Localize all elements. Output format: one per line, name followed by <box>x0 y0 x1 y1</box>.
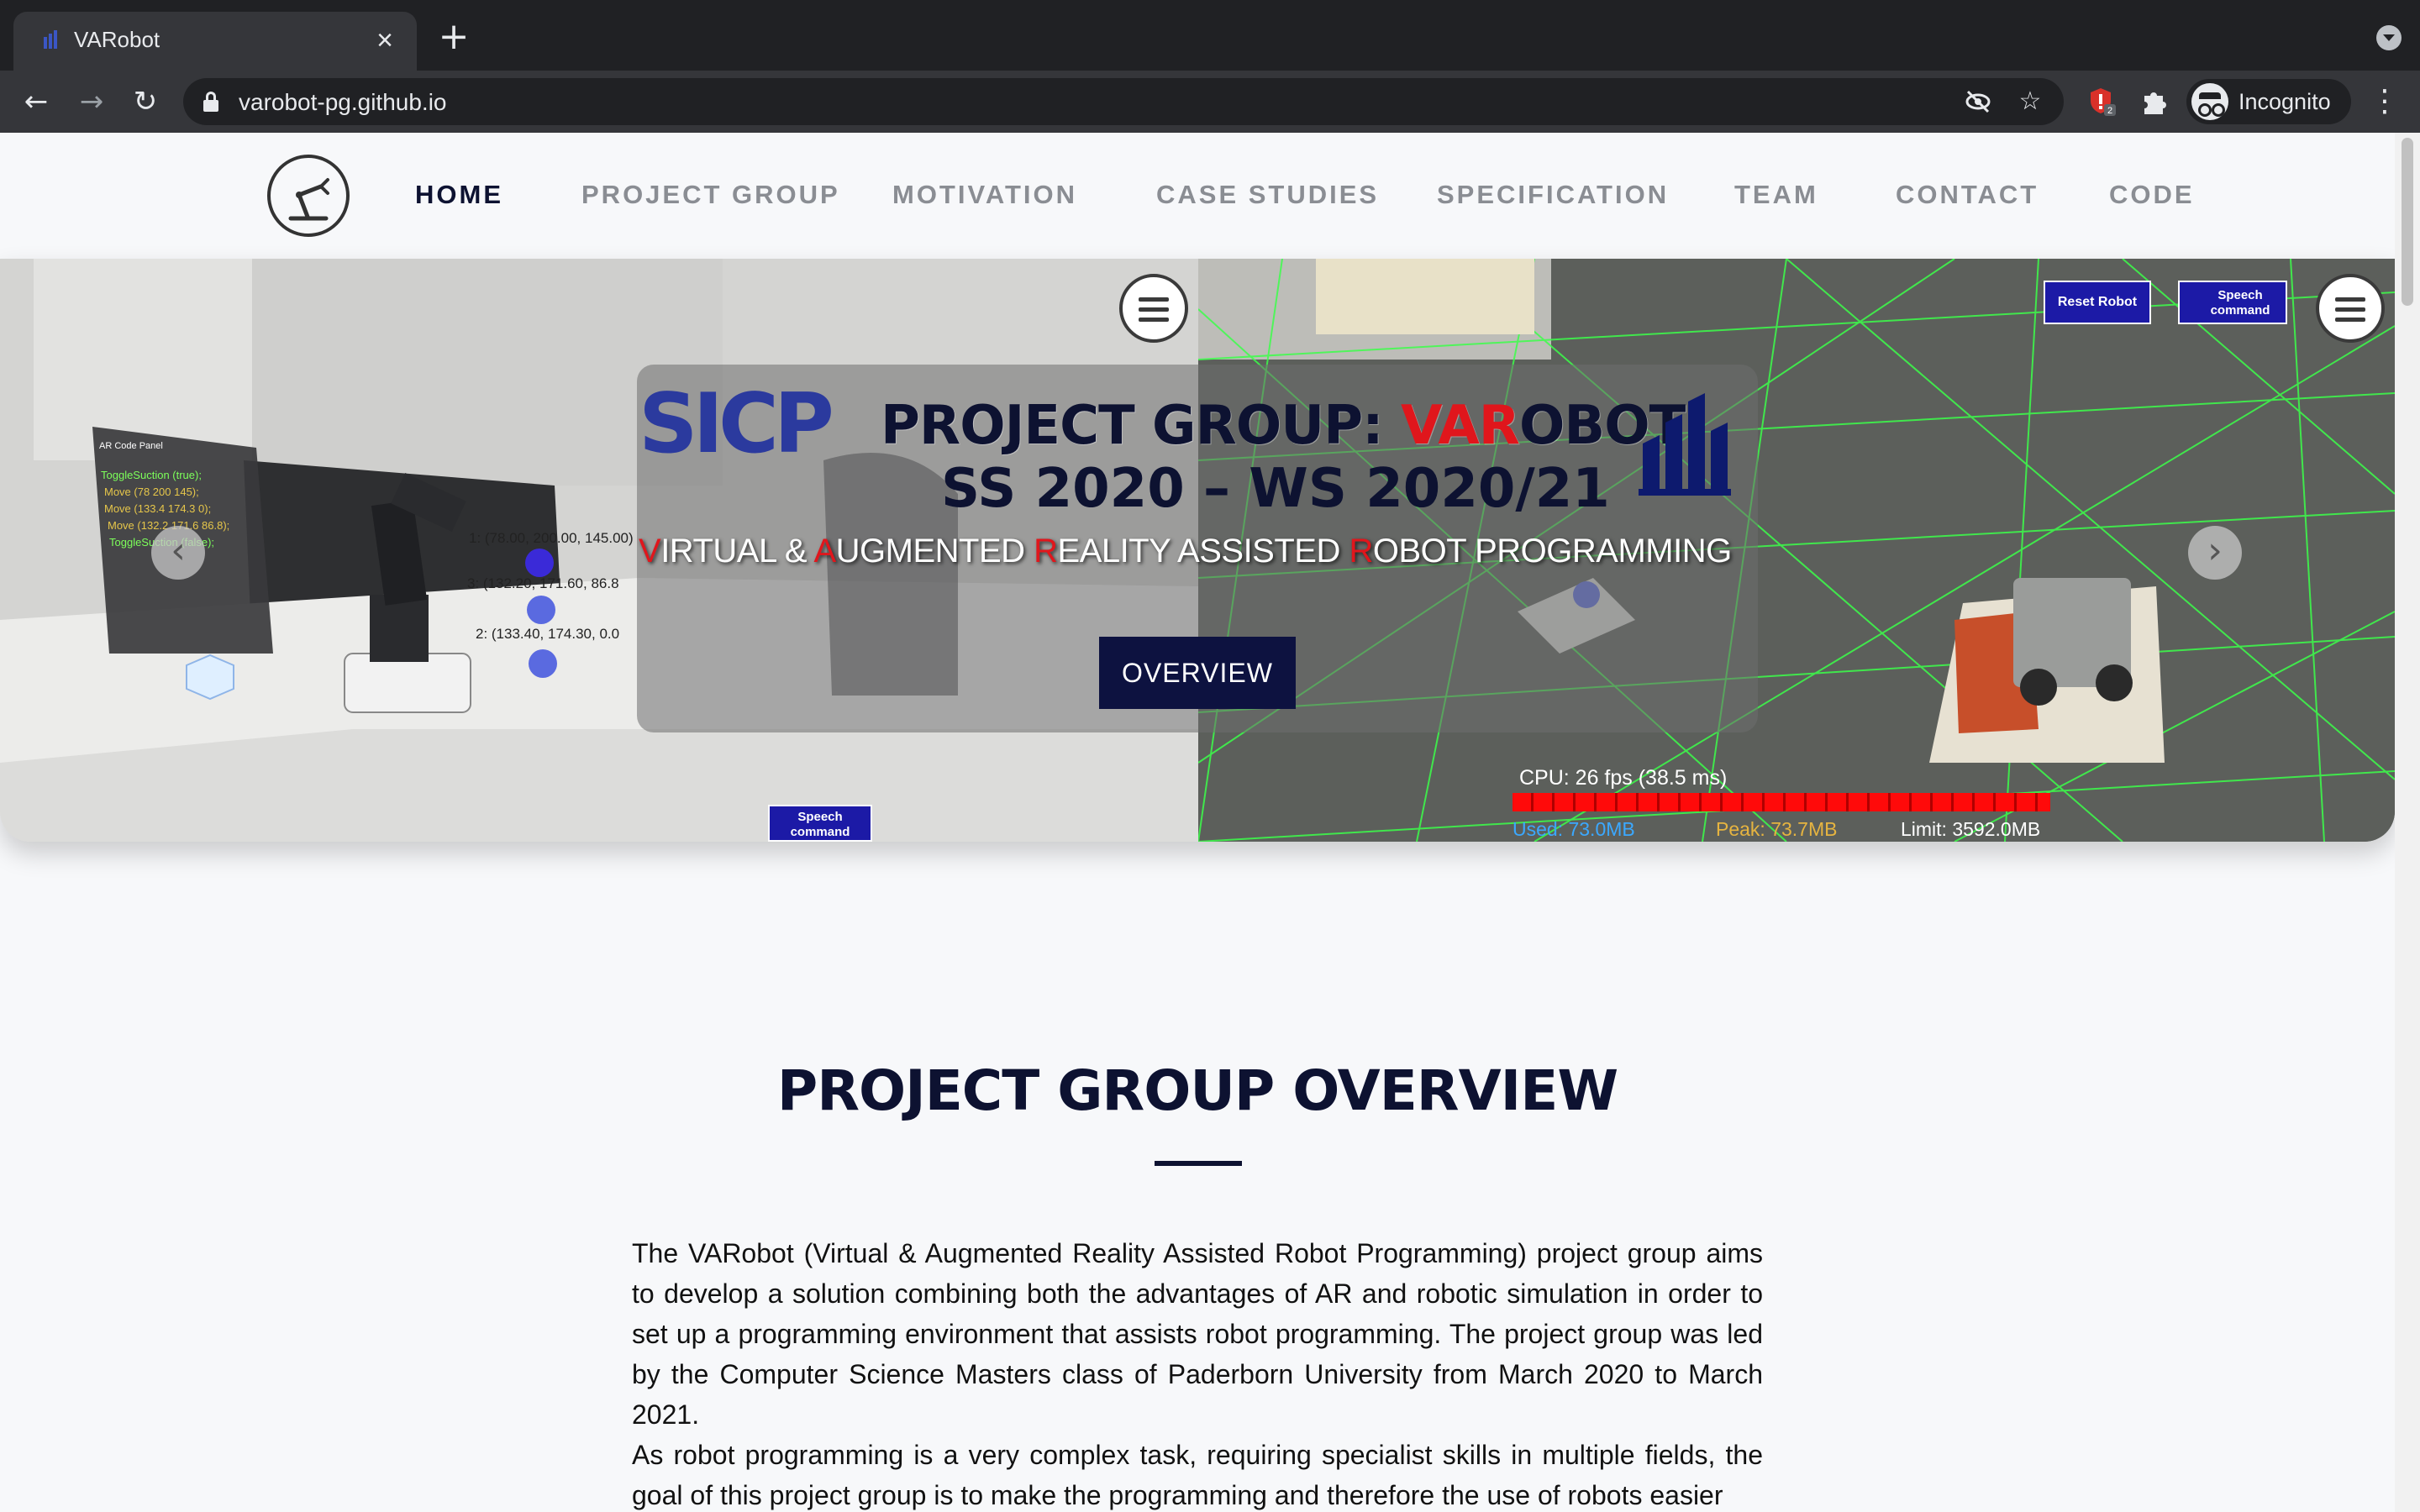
overview-text: The VARobot (Virtual & Augmented Reality… <box>632 1233 1763 1512</box>
tab-title: VARobot <box>74 27 160 52</box>
lock-icon[interactable] <box>203 92 218 112</box>
nav-case-studies[interactable]: CASE STUDIES <box>1156 180 1379 210</box>
overview-paragraph: The VARobot (Virtual & Augmented Reality… <box>632 1238 1763 1430</box>
ar-menu-button-right[interactable] <box>2316 274 2385 343</box>
new-tab-icon[interactable]: + <box>435 18 472 57</box>
eye-off-icon[interactable] <box>1963 87 1993 117</box>
nav-home[interactable]: HOME <box>415 180 503 210</box>
speech-command-button-right[interactable]: Speech command <box>2178 281 2287 324</box>
overview-button[interactable]: OVERVIEW <box>1099 637 1296 709</box>
nav-team[interactable]: TEAM <box>1734 180 1818 210</box>
star-icon[interactable]: ☆ <box>2015 87 2045 117</box>
sicp-logo: SICP <box>639 385 836 460</box>
carousel-prev-icon[interactable]: ‹ <box>151 526 205 580</box>
waypoint-label: 2: (133.40, 174.30, 0.0 <box>476 626 619 642</box>
memory-used: Used: 73.0MB <box>1512 818 1635 840</box>
memory-peak: Peak: 73.7MB <box>1716 818 1838 840</box>
scrollbar-thumb[interactable] <box>2402 138 2413 306</box>
browser-tab-strip: VARobot × + <box>0 0 2420 71</box>
robot-arm-logo[interactable] <box>266 153 351 239</box>
web-page: HOME PROJECT GROUP MOTIVATION CASE STUDI… <box>0 133 2420 1512</box>
reload-icon[interactable]: ↻ <box>124 81 166 123</box>
back-icon[interactable]: ← <box>15 81 57 123</box>
browser-toolbar: ← → ↻ varobot-pg.github.io ☆ 2 Incognito… <box>0 71 2420 133</box>
incognito-label: Incognito <box>2238 89 2331 114</box>
carousel-next-icon[interactable]: › <box>2188 526 2242 580</box>
nav-contact[interactable]: CONTACT <box>1896 180 2039 210</box>
forward-icon[interactable]: → <box>71 81 113 123</box>
site-navbar: HOME PROJECT GROUP MOTIVATION CASE STUDI… <box>0 133 2395 259</box>
close-tab-icon[interactable]: × <box>368 24 402 57</box>
hero-title: PROJECT GROUP: VAROBOT <box>881 395 1686 457</box>
extension-icon[interactable]: 2 <box>2086 86 2116 116</box>
extension-badge: 2 <box>2107 106 2112 116</box>
ar-panel-line: Move (78 200 145); <box>104 486 199 498</box>
section-title: PROJECT GROUP OVERVIEW <box>776 1058 1618 1123</box>
hero-tagline: VIRTUAL & AUGMENTED REALITY ASSISTED ROB… <box>639 533 1732 570</box>
waypoint-label: 1: (78.00, 200.00, 145.00) <box>469 530 634 546</box>
speech-command-button-left[interactable]: Speech command <box>768 805 872 842</box>
varobot-favicon-icon <box>44 30 57 49</box>
cpu-bar <box>1512 793 2050 811</box>
browser-tab[interactable]: VARobot × <box>13 12 417 71</box>
nav-project-group[interactable]: PROJECT GROUP <box>581 180 840 210</box>
ar-panel-line: ToggleSuction (true); <box>101 469 202 481</box>
incognito-indicator[interactable]: Incognito <box>2186 79 2351 124</box>
reset-robot-button[interactable]: Reset Robot <box>2044 281 2151 324</box>
ar-panel-title: AR Code Panel <box>99 441 163 451</box>
menu-icon[interactable]: ⋮ <box>2368 81 2402 123</box>
incognito-icon <box>2191 83 2228 120</box>
waypoint-label: 3: (132.20, 171.60, 86.8 <box>467 575 619 591</box>
address-bar[interactable]: varobot-pg.github.io ☆ <box>183 78 2064 125</box>
nav-code[interactable]: CODE <box>2109 180 2195 210</box>
nav-specification[interactable]: SPECIFICATION <box>1437 180 1669 210</box>
ar-panel-line: Move (133.4 174.3 0); <box>104 502 211 515</box>
url-text[interactable]: varobot-pg.github.io <box>239 89 447 116</box>
section-divider <box>1155 1161 1242 1166</box>
puzzle-icon[interactable] <box>2139 87 2170 118</box>
memory-limit: Limit: 3592.0MB <box>1901 818 2041 840</box>
hero-subtitle: SS 2020 – WS 2020/21 <box>941 458 1610 520</box>
tab-search-icon[interactable] <box>2376 25 2402 50</box>
university-logo <box>1639 393 1731 496</box>
nav-motivation[interactable]: MOTIVATION <box>892 180 1077 210</box>
page-scrollbar[interactable] <box>2395 133 2420 1512</box>
overview-paragraph: As robot programming is a very complex t… <box>632 1440 1763 1510</box>
ar-menu-button-left[interactable] <box>1119 274 1188 343</box>
hero-carousel: AR Code Panel ToggleSuction (true); Move… <box>0 259 2395 842</box>
svg-text:SICP: SICP <box>639 385 831 460</box>
cpu-stats: CPU: 26 fps (38.5 ms) <box>1519 766 1728 790</box>
